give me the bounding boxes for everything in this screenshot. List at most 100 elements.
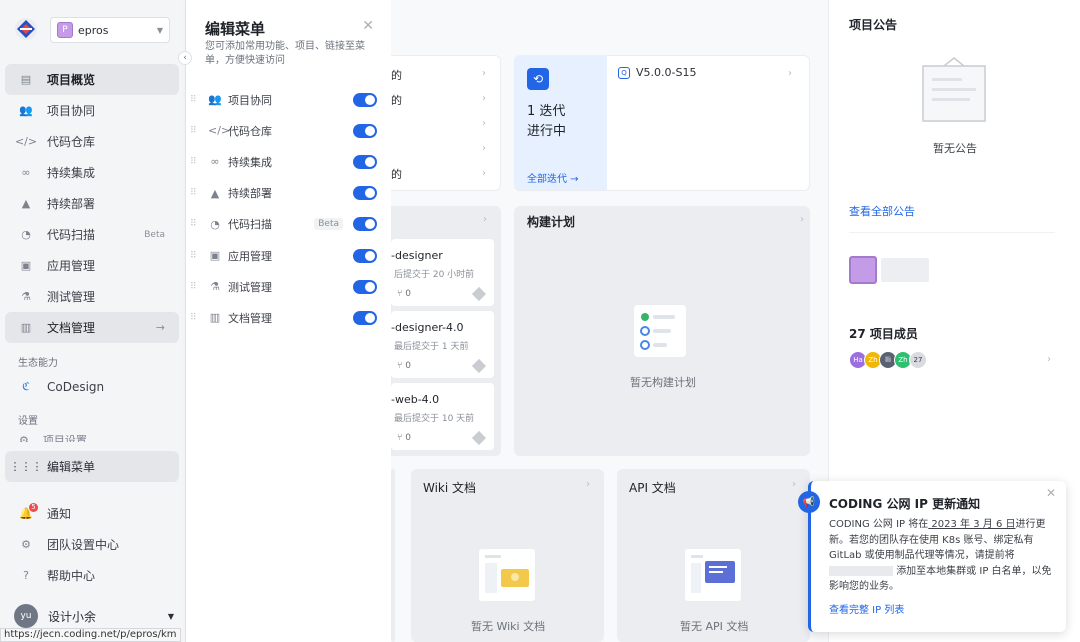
chevron-right-icon[interactable]: › (482, 168, 486, 179)
nav-item-team[interactable]: 👥 项目协同 (5, 95, 179, 126)
team-icon: 👥 (208, 93, 222, 107)
close-icon[interactable]: ✕ (362, 18, 374, 34)
chevron-right-icon[interactable]: › (1047, 354, 1051, 365)
menu-item-label: 测试管理 (228, 280, 272, 294)
empty-wiki-illustration (479, 549, 535, 601)
drag-handle-icon[interactable]: ⠿ (190, 95, 202, 105)
wiki-card: Wiki 文档 › 暂无 Wiki 文档 (411, 469, 604, 642)
drag-handle-icon[interactable]: ⠿ (190, 157, 202, 167)
edit-menu-button[interactable]: ⋮⋮⋮ 编辑菜单 (5, 451, 179, 482)
drag-handle-icon[interactable]: ⠿ (190, 219, 202, 229)
grid-icon: ⋮⋮⋮ (9, 460, 43, 473)
repos-card: › -designer 后提交于 20 小时前 ⑂ 0 -designer-4.… (391, 206, 501, 456)
panel-title: 编辑菜单 (205, 20, 266, 38)
card-title: Wiki 文档 (423, 481, 477, 495)
project-icon: P (57, 22, 73, 38)
code-icon: </> (208, 124, 231, 138)
pr-count: 0 (405, 289, 411, 299)
nav-item-team-settings[interactable]: ⚙ 团队设置中心 (5, 529, 179, 560)
close-icon[interactable]: ✕ (1046, 486, 1056, 500)
iteration-version-item[interactable]: Q V5.0.0-S15 (618, 66, 696, 79)
user-menu[interactable]: yu 设计小余 ▼ (14, 604, 174, 628)
drag-handle-icon[interactable]: ⠿ (190, 126, 202, 136)
menu-toggle-item: ⠿ ▣ 应用管理 (190, 240, 385, 271)
menu-toggle-item: ⠿ ▥ 文档管理 (190, 302, 385, 333)
collapse-sidebar-button[interactable]: ‹ (178, 51, 192, 65)
chevron-right-icon[interactable]: › (586, 479, 590, 490)
row-text: 的 (391, 168, 402, 181)
chevron-right-icon[interactable]: › (482, 143, 486, 154)
settings-partial[interactable]: ⚙ 项目设置 (19, 432, 139, 442)
menu-item-label: 持续集成 (228, 155, 272, 169)
infinity-icon: ∞ (210, 155, 220, 169)
announce-title: 项目公告 (849, 18, 898, 32)
repo-item[interactable]: -designer-4.0 最后提交于 1 天前 ⑂ 0 (391, 311, 494, 378)
nav-item-cd[interactable]: ▲ 持续部署 (5, 188, 179, 219)
repo-item[interactable]: -web-4.0 最后提交于 10 天前 ⑂ 0 (391, 383, 494, 450)
toggle-switch[interactable] (353, 154, 377, 169)
bottom-nav: 🔔 5 通知 ⚙ 团队设置中心 ? 帮助中心 (5, 498, 179, 591)
project-name: epros (78, 23, 109, 37)
nav-item-codesign[interactable]: ℭ CoDesign (5, 371, 179, 402)
drag-handle-icon[interactable]: ⠿ (190, 251, 202, 261)
nav-label: 项目协同 (47, 104, 96, 118)
toggle-switch[interactable] (353, 92, 377, 107)
nav-item-docs[interactable]: ▥ 文档管理 → (5, 312, 179, 343)
project-selector[interactable]: P epros ▼ (50, 17, 170, 43)
menu-item-label: 代码仓库 (228, 124, 272, 138)
repo-name: -designer (391, 249, 443, 262)
codesign-icon: ℭ (22, 380, 30, 393)
chevron-right-icon[interactable]: › (792, 479, 796, 490)
nav-item-code[interactable]: </> 代码仓库 (5, 126, 179, 157)
empty-text: 暂无公告 (933, 142, 977, 155)
row-text: 的 (391, 94, 402, 107)
all-iterations-link[interactable]: 全部迭代 → (527, 170, 579, 185)
toggle-switch[interactable] (353, 186, 377, 201)
view-all-announcements-link[interactable]: 查看全部公告 (849, 203, 915, 219)
iteration-summary[interactable]: ⟲ 1 迭代 进行中 全部迭代 → (514, 55, 607, 190)
nav-item-notify[interactable]: 🔔 5 通知 (5, 498, 179, 529)
chevron-right-icon[interactable]: › (788, 68, 792, 79)
nav-label: 持续集成 (47, 166, 96, 180)
toggle-switch[interactable] (353, 248, 377, 263)
chevron-right-icon[interactable]: › (482, 68, 486, 79)
notification-title: CODING 公网 IP 更新通知 (829, 497, 981, 511)
toggle-switch[interactable] (353, 310, 377, 325)
nav-item-overview[interactable]: ▤ 项目概览 (5, 64, 179, 95)
drag-handle-icon[interactable]: ⠿ (190, 282, 202, 292)
nav-item-help[interactable]: ? 帮助中心 (5, 560, 179, 591)
chevron-right-icon[interactable]: › (483, 214, 487, 225)
view-ip-list-link[interactable]: 查看完整 IP 列表 (829, 601, 904, 616)
infinity-icon: ∞ (21, 166, 31, 179)
repo-type-icon (471, 430, 487, 446)
nav-item-test[interactable]: ⚗ 测试管理 (5, 281, 179, 312)
drag-handle-icon[interactable]: ⠿ (190, 313, 202, 323)
chevron-right-icon[interactable]: › (482, 118, 486, 129)
toggle-switch[interactable] (353, 217, 377, 232)
nav-item-apps[interactable]: ▣ 应用管理 (5, 250, 179, 281)
menu-toggle-item: ⠿ 👥 项目协同 (190, 84, 385, 115)
panel-description: 您可添加常用功能、项目、链接至菜单，方便快速访问 (205, 41, 365, 66)
nav-item-ci[interactable]: ∞ 持续集成 (5, 157, 179, 188)
coding-logo-icon[interactable] (14, 17, 38, 41)
drag-handle-icon[interactable]: ⠿ (190, 188, 202, 198)
card-title: API 文档 (629, 481, 676, 495)
toggle-switch[interactable] (353, 279, 377, 294)
nav-label: CoDesign (47, 379, 105, 394)
overview-icon: ▤ (20, 73, 32, 86)
chevron-right-icon[interactable]: › (482, 93, 486, 104)
members-avatars[interactable]: Ha Zh lli Zh 27 (849, 351, 927, 369)
nav-label: 帮助中心 (47, 569, 96, 583)
repo-item[interactable]: -designer 后提交于 20 小时前 ⑂ 0 (391, 239, 494, 306)
chevron-right-icon[interactable]: › (800, 214, 804, 225)
notification-popup: 📢 CODING 公网 IP 更新通知 ✕ CODING 公网 IP 将在 20… (798, 481, 1066, 632)
notification-date: 2023 年 3 月 6 日 (928, 519, 1016, 530)
toggle-switch[interactable] (353, 123, 377, 138)
gear-icon: ⚙ (21, 538, 31, 551)
beta-badge: Beta (314, 218, 343, 231)
user-name: 设计小余 (48, 609, 97, 624)
bell-icon: 🔔 5 (19, 502, 38, 521)
nav-item-scan[interactable]: ◔ 代码扫描 Beta (5, 219, 179, 250)
menu-item-label: 文档管理 (228, 311, 272, 325)
merge-request-count: ⑂ 0 (397, 361, 411, 371)
